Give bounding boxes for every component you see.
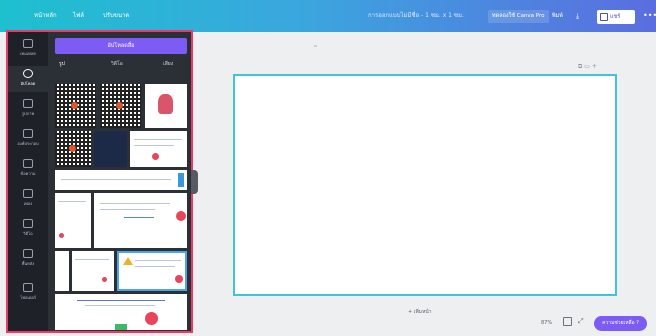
left-sidebar: เทมเพลต อัปโหลด รูปภาพ องค์ประกอบ ข้อควา… xyxy=(6,30,193,333)
rail-item-audio[interactable]: เพลง xyxy=(8,186,48,212)
rail-item-folder[interactable]: โฟลเดอร์ xyxy=(8,280,48,306)
rail-item-uploads[interactable]: อัปโหลด xyxy=(8,66,48,92)
doc-line xyxy=(100,209,155,210)
doc-line xyxy=(135,260,181,261)
file-menu[interactable]: ไฟล์ xyxy=(73,10,84,20)
delete-page-icon[interactable]: ▭ xyxy=(584,63,590,70)
print-button[interactable]: พิมพ์ xyxy=(548,10,567,23)
uploaded-image-selected[interactable] xyxy=(117,251,187,291)
rail-item-text[interactable]: ข้อความ xyxy=(8,156,48,182)
document-title[interactable]: การออกแบบไม่มีชื่อ - 1 ซม. x 1 ซม. xyxy=(368,10,464,20)
doc-seal-icon xyxy=(176,211,186,221)
upload-media-button[interactable]: อัปโหลดสื่อ xyxy=(55,38,187,54)
doc-line xyxy=(58,201,86,202)
top-bar: หน้าหลัก ไฟล์ ปรับขนาด การออกแบบไม่มีชื่… xyxy=(0,0,656,32)
templates-icon xyxy=(23,39,33,48)
divider xyxy=(314,45,317,47)
rail-item-video[interactable]: วิดีโอ xyxy=(8,216,48,242)
uploaded-image-banner[interactable] xyxy=(55,170,187,190)
video-icon xyxy=(23,219,33,228)
tab-videos[interactable]: วิดีโอ xyxy=(111,60,123,68)
rail-label: เทมเพลต xyxy=(20,51,36,56)
doc-line xyxy=(77,300,165,301)
rail-item-templates[interactable]: เทมเพลต xyxy=(8,36,48,62)
upgrade-button[interactable]: ทดลองใช้ Canva Pro xyxy=(488,10,549,23)
doc-seal-icon xyxy=(59,233,64,238)
uploaded-image-qr[interactable] xyxy=(100,84,141,128)
background-icon xyxy=(23,249,33,258)
uploaded-image-qr[interactable] xyxy=(55,131,91,167)
green-badge xyxy=(115,324,127,330)
rail-item-photos[interactable]: รูปภาพ xyxy=(8,96,48,122)
rail-item-background[interactable]: พื้นหลัง xyxy=(8,246,48,272)
rail-label: รูปภาพ xyxy=(21,111,35,116)
audio-icon xyxy=(23,189,33,198)
duplicate-page-icon[interactable]: ⧉ xyxy=(578,63,582,70)
doc-seal-icon xyxy=(145,312,158,325)
doc-line xyxy=(100,203,170,204)
doc-line xyxy=(134,145,174,146)
banner-accent xyxy=(178,173,184,187)
share-icon xyxy=(600,13,608,21)
doc-line xyxy=(75,259,109,260)
uploaded-image-document[interactable] xyxy=(130,131,187,167)
rail-label: อัปโหลด xyxy=(20,81,36,86)
page-toolbar: ⧉ ▭ + xyxy=(578,63,597,71)
elements-icon xyxy=(23,129,33,138)
share-button[interactable]: แชร์ xyxy=(597,10,635,24)
rail-item-elements[interactable]: องค์ประกอบ xyxy=(8,126,48,152)
rail-label: องค์ประกอบ xyxy=(17,141,39,146)
uploaded-image-emblem[interactable] xyxy=(145,84,187,128)
add-page-icon[interactable]: + xyxy=(592,63,597,70)
folder-icon xyxy=(23,283,33,292)
tab-images[interactable]: รูป xyxy=(59,60,65,68)
doc-line xyxy=(134,139,182,140)
page-view-icon[interactable] xyxy=(563,317,572,326)
sidebar-rail: เทมเพลต อัปโหลด รูปภาพ องค์ประกอบ ข้อควา… xyxy=(8,32,48,331)
doc-line xyxy=(61,179,171,180)
uploaded-image-qr[interactable] xyxy=(55,84,96,128)
warning-icon xyxy=(123,257,133,265)
uploads-panel: อัปโหลดสื่อ รูป วิดีโอ เสียง xyxy=(50,32,191,331)
uploaded-image-dark[interactable] xyxy=(94,131,127,167)
fullscreen-icon[interactable]: ⤢ xyxy=(578,317,587,326)
share-label: แชร์ xyxy=(610,14,621,20)
rail-label: เพลง xyxy=(23,201,33,206)
doc-line xyxy=(85,305,155,306)
rail-label: วิดีโอ xyxy=(23,231,33,236)
tab-audio[interactable]: เสียง xyxy=(163,60,173,68)
uploaded-image-document[interactable] xyxy=(94,193,187,248)
home-menu[interactable]: หน้าหลัก xyxy=(34,10,57,20)
collapse-panel-handle[interactable] xyxy=(191,170,198,194)
uploaded-image-document[interactable] xyxy=(72,251,114,291)
rail-label: โฟลเดอร์ xyxy=(20,295,36,300)
doc-line xyxy=(135,266,175,267)
emblem-icon xyxy=(158,94,173,114)
upload-icon xyxy=(23,69,33,78)
zoom-level[interactable]: 87% xyxy=(541,320,552,326)
uploaded-image-certificate[interactable] xyxy=(55,294,187,330)
text-icon xyxy=(23,159,33,168)
media-tabs: รูป วิดีโอ เสียง xyxy=(55,60,187,70)
rail-label: พื้นหลัง xyxy=(21,261,35,266)
doc-seal-icon xyxy=(175,275,183,283)
help-button[interactable]: ความช่วยเหลือ ? xyxy=(594,316,647,331)
design-canvas[interactable] xyxy=(233,74,617,296)
doc-seal-icon xyxy=(152,153,159,160)
photos-icon xyxy=(23,99,33,108)
more-menu-icon[interactable]: ••• xyxy=(643,11,656,20)
add-page-button[interactable]: + เพิ่มหน้า xyxy=(408,308,432,316)
uploaded-image-document[interactable] xyxy=(55,251,69,291)
resize-menu[interactable]: ปรับขนาด xyxy=(103,10,129,20)
doc-seal-icon xyxy=(102,277,107,282)
uploaded-image-document[interactable] xyxy=(55,193,91,248)
doc-line xyxy=(124,217,154,218)
download-icon[interactable]: ⤓ xyxy=(572,10,583,23)
rail-label: ข้อความ xyxy=(20,171,36,176)
